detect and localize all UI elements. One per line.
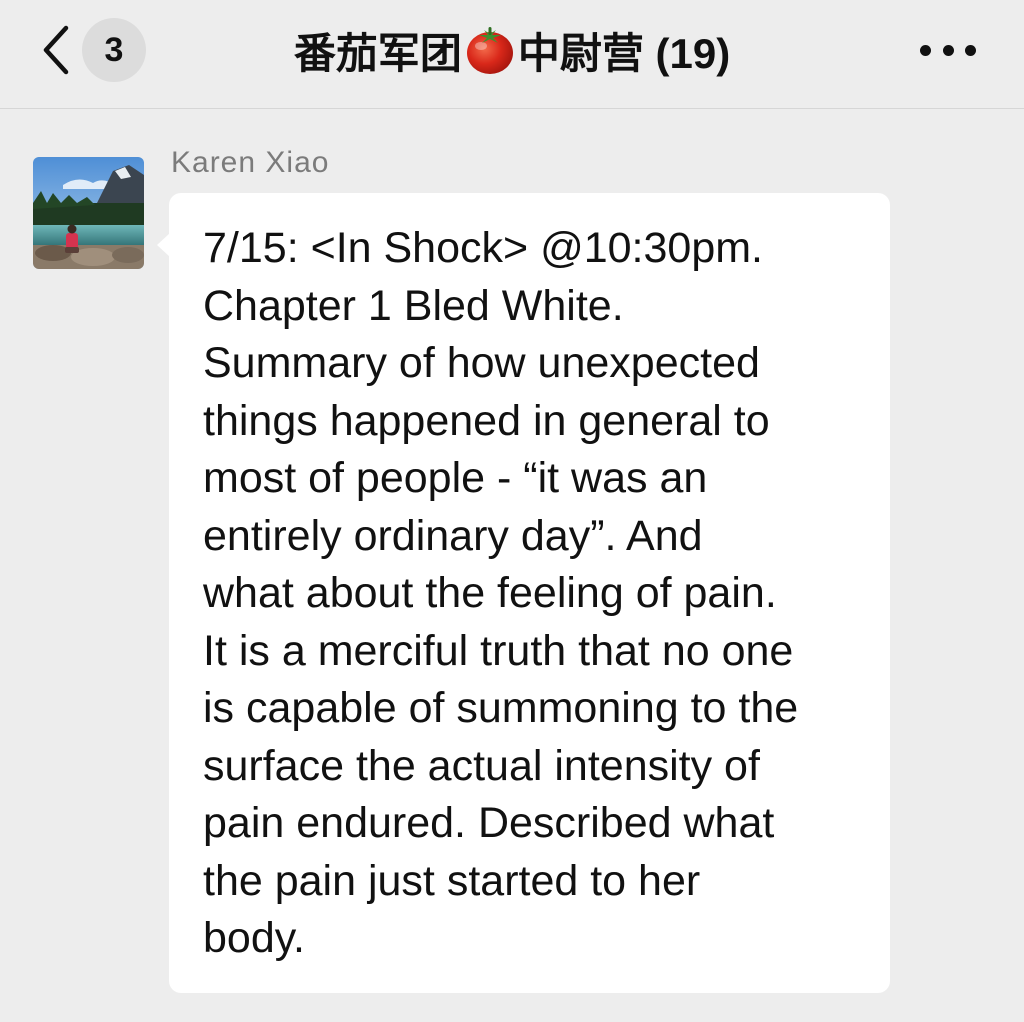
chat-title: 番茄军团 中尉营 (19) bbox=[160, 18, 864, 82]
chat-title-suffix: 中尉营 (19) bbox=[517, 29, 731, 77]
back-button[interactable]: 3 bbox=[36, 18, 146, 82]
more-horizontal-icon bbox=[920, 44, 931, 56]
sender-name: Karen Xiao bbox=[171, 146, 330, 179]
unread-count-badge: 3 bbox=[82, 18, 146, 82]
chevron-left-icon bbox=[43, 25, 69, 75]
nav-bar: 3 番茄军团 中尉营 (19) bbox=[0, 0, 1024, 109]
avatar-photo bbox=[33, 157, 144, 269]
tomato-icon bbox=[466, 27, 513, 74]
more-horizontal-icon bbox=[965, 44, 976, 56]
message-text: 7/15: <In Shock> @10:30pm. Chapter 1 Ble… bbox=[203, 224, 799, 962]
chat-title-prefix: 番茄军团 bbox=[293, 29, 462, 77]
avatar[interactable] bbox=[33, 157, 144, 269]
bubble-tail bbox=[157, 233, 170, 257]
message-bubble[interactable]: 7/15: <In Shock> @10:30pm. Chapter 1 Ble… bbox=[157, 193, 890, 993]
more-horizontal-icon bbox=[942, 44, 954, 56]
more-options-button[interactable] bbox=[920, 30, 976, 70]
